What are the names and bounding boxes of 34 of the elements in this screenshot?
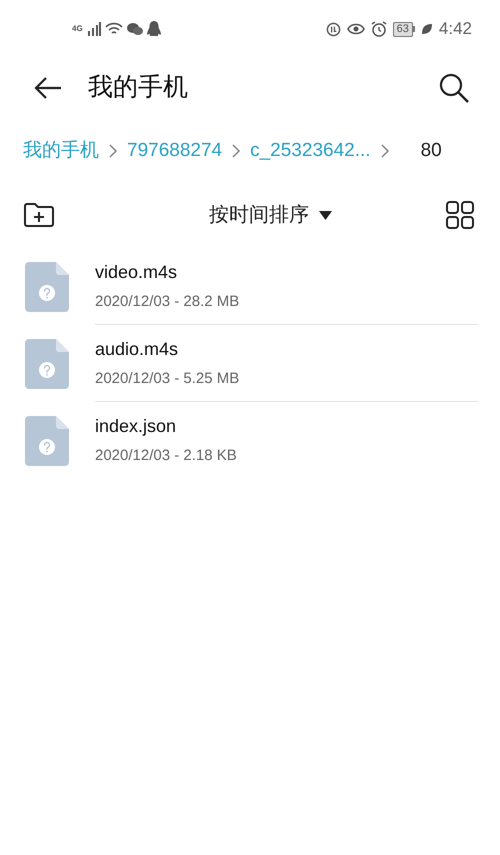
chevron-icon — [380, 143, 390, 159]
network-type: 4G — [72, 25, 83, 33]
file-details: 2020/12/03 - 5.25 MB — [95, 368, 240, 389]
file-row[interactable]: index.json 2020/12/03 - 2.18 KB — [0, 402, 500, 479]
battery-level: 63 — [392, 22, 413, 36]
search-button[interactable] — [438, 72, 470, 104]
clock-time: 4:42 — [438, 18, 472, 40]
data-saver-icon — [326, 22, 341, 36]
alarm-icon — [370, 21, 387, 37]
file-details: 2020/12/03 - 2.18 KB — [95, 446, 238, 466]
file-name: audio.m4s — [95, 338, 180, 361]
unknown-file-icon — [25, 262, 69, 312]
unknown-file-icon — [25, 416, 69, 466]
page-title: 我的手机 — [88, 72, 189, 104]
file-row[interactable]: video.m4s 2020/12/03 - 28.2 MB — [0, 248, 500, 325]
wifi-icon — [104, 22, 123, 36]
new-folder-button[interactable] — [23, 202, 55, 228]
leaf-icon — [420, 23, 433, 35]
breadcrumb[interactable]: 80 — [420, 136, 442, 166]
grid-view-button[interactable] — [446, 201, 474, 229]
unknown-file-icon — [25, 338, 69, 388]
file-details: 2020/12/03 - 28.2 MB — [95, 292, 240, 312]
file-name: index.json — [95, 415, 178, 438]
penguin-icon — [146, 21, 161, 37]
signal-icon — [86, 22, 101, 36]
caret-icon — [319, 210, 332, 220]
file-name: video.m4s — [95, 260, 178, 284]
eye-icon — [346, 23, 365, 35]
chat-icon — [126, 22, 143, 36]
chevron-icon — [108, 143, 118, 159]
chevron-icon — [231, 143, 242, 159]
back-button[interactable] — [34, 76, 62, 100]
file-row[interactable]: audio.m4s 2020/12/03 - 5.25 MB — [0, 325, 500, 402]
sort-dropdown[interactable]: 按时间排序 — [209, 200, 332, 230]
